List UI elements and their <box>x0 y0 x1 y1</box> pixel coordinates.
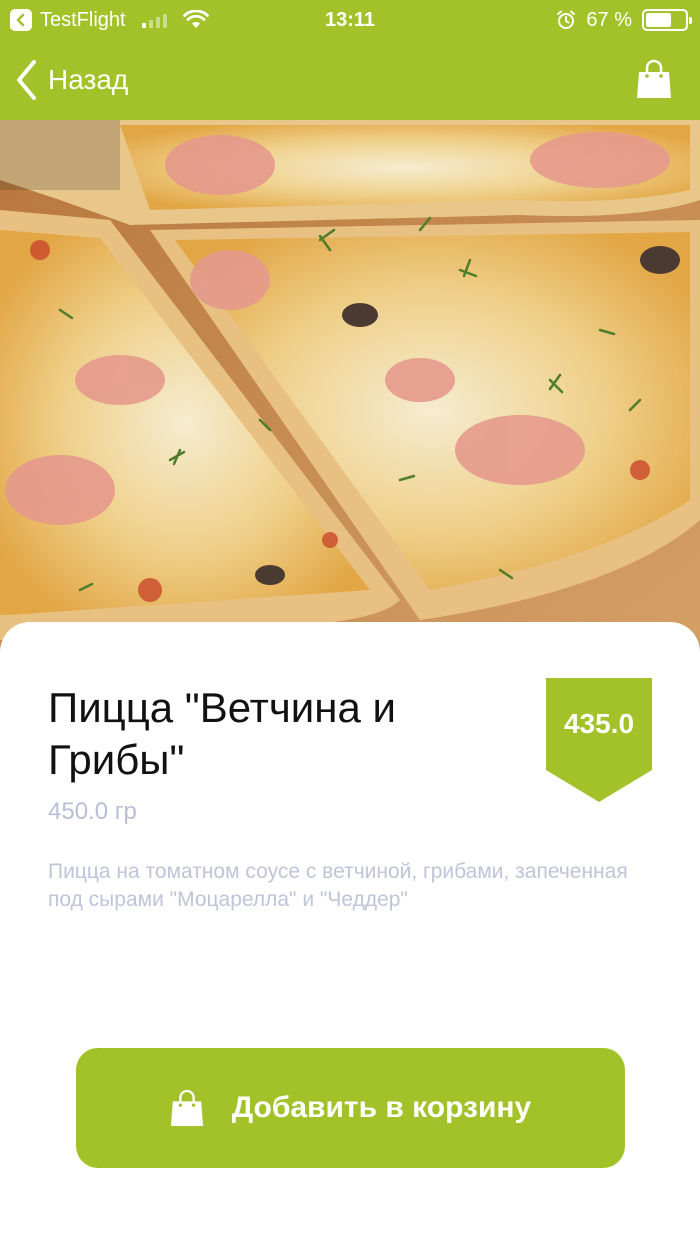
product-description: Пицца на томатном соусе с ветчиной, гриб… <box>48 860 628 911</box>
status-left: TestFlight <box>10 6 209 34</box>
navigation-bar: Назад <box>0 40 700 120</box>
product-image <box>0 120 700 660</box>
signal-icon <box>141 12 167 28</box>
battery-icon <box>642 9 692 31</box>
shopping-bag-icon <box>170 1089 203 1126</box>
price-tag-icon <box>546 678 652 802</box>
carrier-label[interactable]: TestFlight <box>40 6 126 34</box>
back-label: Назад <box>48 64 129 95</box>
back-button[interactable]: Назад <box>14 56 128 104</box>
status-bar: TestFlight 13:11 67 % <box>0 0 700 40</box>
status-right: 67 % <box>556 6 692 34</box>
product-card: Пицца "Ветчина и Грибы" 450.0 гр 435.0 П… <box>0 622 700 1244</box>
add-to-cart-label: Добавить в корзину <box>231 1091 532 1124</box>
shopping-bag-icon[interactable] <box>636 58 672 100</box>
chevron-left-icon <box>17 60 36 100</box>
add-to-cart-button[interactable]: Добавить в корзину <box>76 1048 625 1168</box>
battery-percent: 67 % <box>586 9 632 31</box>
back-to-app-icon[interactable] <box>10 9 32 31</box>
battery-level <box>646 13 672 27</box>
product-title: Пицца "Ветчина и Грибы" <box>48 684 396 783</box>
alarm-icon <box>557 10 576 29</box>
wifi-icon <box>182 10 209 28</box>
product-weight: 450.0 гр <box>48 798 137 825</box>
product-price: 435.0 <box>563 708 635 739</box>
